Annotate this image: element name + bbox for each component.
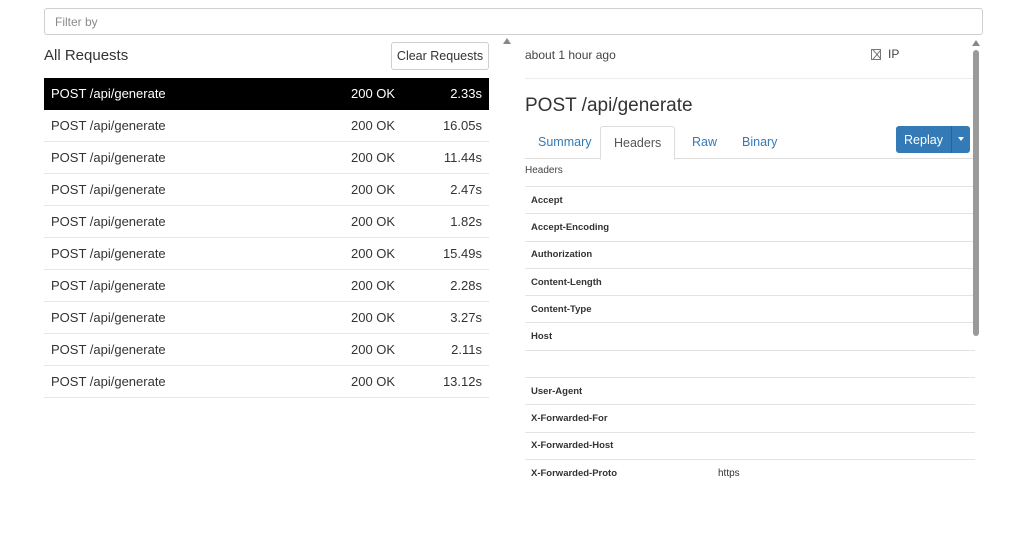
request-row[interactable]: POST /api/generate 200 OK 2.28s (44, 270, 489, 302)
filter-input[interactable] (45, 9, 982, 34)
filter-field[interactable] (44, 8, 983, 35)
scroll-up-arrow-icon[interactable] (972, 40, 980, 46)
request-status: 200 OK (351, 246, 396, 261)
header-row: Content-Type (525, 295, 975, 322)
tab-binary[interactable]: Binary (729, 126, 790, 159)
request-duration: 2.47s (450, 182, 482, 197)
header-key: User-Agent (531, 385, 583, 397)
request-status: 200 OK (351, 342, 396, 357)
request-name: POST /api/generate (51, 86, 166, 101)
request-duration: 11.44s (443, 150, 482, 165)
request-time-ago: about 1 hour ago (525, 48, 616, 62)
request-duration: 2.11s (451, 342, 482, 357)
request-name: POST /api/generate (51, 342, 166, 357)
headers-section-label: Headers (525, 165, 563, 176)
header-row: Accept-Encoding (525, 213, 975, 240)
tab-headers[interactable]: Headers (600, 126, 676, 160)
header-key: Accept-Encoding (531, 221, 610, 233)
ip-info: IP (871, 47, 899, 61)
request-duration: 1.82s (450, 214, 482, 229)
request-status: 200 OK (351, 86, 396, 101)
header-row: Content-Length (525, 267, 975, 295)
request-list: POST /api/generate 200 OK 2.33s POST /api/g… (44, 78, 489, 398)
header-row: X-Forwarded-For (525, 404, 975, 431)
tab-raw[interactable]: Raw (679, 126, 730, 159)
request-status: 200 OK (351, 214, 396, 229)
divider (525, 78, 975, 79)
header-row: X-Forwarded-Host (525, 431, 975, 459)
header-row: X-Forwarded-Proto https (525, 458, 975, 486)
header-key: Content-Length (531, 276, 602, 288)
request-row[interactable]: POST /api/generate 200 OK 2.33s (44, 78, 489, 110)
header-key: Accept (531, 194, 563, 206)
header-row (525, 349, 975, 377)
request-duration: 3.27s (450, 310, 482, 325)
headers-table: Accept Accept-Encoding Authorization Conten… (525, 186, 975, 486)
detail-scrollbar[interactable] (972, 40, 980, 520)
request-detail-panel: about 1 hour ago IP POST /api/generate S… (510, 40, 980, 520)
header-row: User-Agent (525, 377, 975, 404)
request-row[interactable]: POST /api/generate 200 OK 1.82s (44, 206, 489, 238)
scrollbar-thumb[interactable] (973, 50, 979, 336)
request-name: POST /api/generate (51, 150, 166, 165)
request-row[interactable]: POST /api/generate 200 OK 3.27s (44, 302, 489, 334)
request-name: POST /api/generate (51, 374, 166, 389)
request-duration: 15.49s (442, 246, 482, 261)
replay-button-group: Replay (896, 126, 970, 153)
header-key: Host (531, 331, 553, 343)
request-name: POST /api/generate (51, 246, 166, 261)
header-row: Authorization (525, 240, 975, 268)
header-key: X-Forwarded-Host (531, 440, 614, 452)
request-status: 200 OK (351, 150, 396, 165)
request-row[interactable]: POST /api/generate 200 OK 13.12s (44, 366, 489, 398)
clear-requests-button[interactable]: Clear Requests (391, 42, 489, 70)
request-duration: 2.33s (450, 86, 482, 101)
request-status: 200 OK (351, 374, 396, 389)
header-row: Host (525, 322, 975, 349)
header-row: Accept (525, 186, 975, 213)
request-row[interactable]: POST /api/generate 200 OK 2.47s (44, 174, 489, 206)
request-heading: POST /api/generate (525, 95, 693, 116)
header-value: https (718, 467, 740, 479)
request-duration: 2.28s (450, 278, 482, 293)
request-row[interactable]: POST /api/generate 200 OK 11.44s (44, 142, 489, 174)
request-row[interactable]: POST /api/generate 200 OK 16.05s (44, 110, 489, 142)
request-name: POST /api/generate (51, 310, 166, 325)
request-duration: 16.05s (442, 118, 482, 133)
request-name: POST /api/generate (51, 278, 166, 293)
replay-button[interactable]: Replay (896, 126, 952, 153)
header-key: X-Forwarded-For (531, 413, 608, 425)
request-status: 200 OK (351, 182, 396, 197)
request-status: 200 OK (351, 310, 396, 325)
request-row[interactable]: POST /api/generate 200 OK 2.11s (44, 334, 489, 366)
tab-summary[interactable]: Summary (525, 126, 604, 159)
request-name: POST /api/generate (51, 118, 166, 133)
header-key: X-Forwarded-Proto (531, 467, 618, 479)
request-name: POST /api/generate (51, 182, 166, 197)
broken-image-icon (871, 48, 881, 60)
request-row[interactable]: POST /api/generate 200 OK 15.49s (44, 238, 489, 270)
header-key: Authorization (531, 249, 593, 261)
requests-title: All Requests (44, 47, 129, 64)
header-key: Content-Type (531, 303, 592, 315)
request-status: 200 OK (351, 118, 396, 133)
replay-dropdown-caret-icon[interactable] (952, 126, 970, 153)
ip-label: IP (888, 47, 900, 61)
request-duration: 13.12s (442, 374, 482, 389)
request-status: 200 OK (351, 278, 396, 293)
request-name: POST /api/generate (51, 214, 166, 229)
